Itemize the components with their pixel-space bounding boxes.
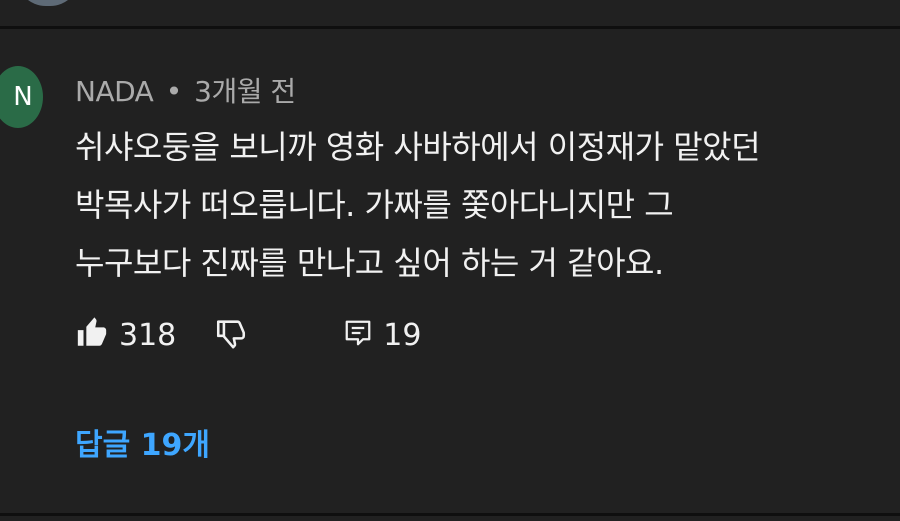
comment-time[interactable]: 3개월 전 (194, 75, 296, 108)
avatar-initial: N (13, 82, 33, 112)
dislike-button[interactable] (214, 316, 248, 354)
thumbs-down-icon (214, 316, 248, 354)
reply-button[interactable]: 19 (343, 318, 421, 353)
comment-actions: 318 19 (75, 310, 421, 360)
reply-count: 19 (383, 317, 422, 353)
author-name[interactable]: NADA (75, 75, 154, 108)
divider-bottom (0, 513, 900, 516)
comment-meta: NADA • 3개월 전 (75, 70, 296, 110)
previous-comment-avatar (16, 0, 80, 6)
comment-text: 쉬샤오둥을 보니까 영화 사바하에서 이정재가 맡았던 박목사가 떠오릅니다. … (75, 118, 875, 292)
comment-line: 박목사가 떠오릅니다. 가짜를 쫓아다니지만 그 (75, 186, 674, 224)
comment-line: 누구보다 진짜를 만나고 싶어 하는 거 같아요. (75, 244, 664, 282)
view-replies-link[interactable]: 답글 19개 (75, 420, 210, 464)
divider-top (0, 26, 900, 29)
like-button[interactable]: 318 (75, 316, 176, 354)
thumbs-up-icon (75, 316, 109, 354)
comment-icon (343, 318, 373, 352)
meta-separator: • (165, 75, 183, 108)
comment-line: 쉬샤오둥을 보니까 영화 사바하에서 이정재가 맡았던 (75, 128, 761, 166)
avatar[interactable]: N (0, 66, 43, 128)
like-count: 318 (119, 317, 177, 353)
